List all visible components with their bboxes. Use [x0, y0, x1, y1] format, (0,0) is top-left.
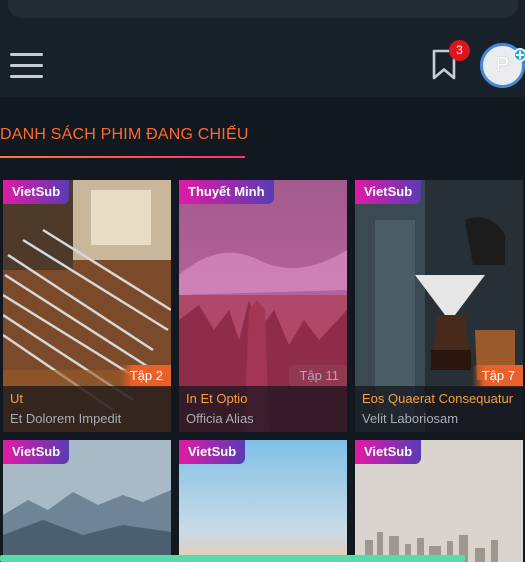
- bottom-bar: [0, 555, 465, 562]
- subtitle-tag: VietSub: [355, 440, 422, 464]
- movie-card[interactable]: VietSub Tập 2 Ut Et Dolorem Impedit: [3, 180, 171, 432]
- movie-card[interactable]: VietSub: [179, 440, 347, 562]
- movie-title: Eos Quaerat Consequatur: [362, 391, 514, 406]
- movie-subtitle: Velit Laboriosam: [362, 411, 459, 426]
- episode-badge: Tập 7: [471, 365, 523, 387]
- movie-card[interactable]: VietSub: [355, 440, 523, 562]
- subtitle-tag: Thuyết Minh: [179, 180, 274, 204]
- episode-badge: Tập 2: [119, 365, 171, 387]
- movie-title: Ut: [10, 391, 23, 406]
- movie-subtitle: Officia Alias: [186, 411, 254, 426]
- movie-card[interactable]: VietSub Tập 7 Eos Quaerat Consequatur Ve…: [355, 180, 523, 432]
- movie-info: In Et Optio Officia Alias: [179, 386, 347, 432]
- movie-card[interactable]: Thuyết Minh Tập 11 In Et Optio Officia A…: [179, 180, 347, 432]
- hamburger-menu-icon[interactable]: [10, 53, 44, 79]
- subtitle-tag: VietSub: [3, 440, 70, 464]
- section-underline: [0, 156, 245, 158]
- movie-info: Ut Et Dolorem Impedit: [3, 386, 171, 432]
- movie-title: In Et Optio: [186, 391, 248, 406]
- subtitle-tag: VietSub: [3, 180, 70, 204]
- section-title: DANH SÁCH PHIM ĐANG CHIẾU: [0, 126, 249, 143]
- movie-subtitle: Et Dolorem Impedit: [10, 411, 122, 426]
- search-strip: [0, 0, 525, 33]
- episode-badge: Tập 11: [289, 365, 347, 387]
- subtitle-tag: VietSub: [355, 180, 422, 204]
- search-box[interactable]: [8, 0, 518, 18]
- notification-badge: 3: [449, 40, 470, 61]
- top-navbar: 3 P: [0, 33, 525, 97]
- movie-info: Eos Quaerat Consequatur Velit Laboriosam: [355, 386, 523, 432]
- plus-icon: [513, 48, 525, 62]
- avatar[interactable]: P: [480, 43, 525, 88]
- movie-card[interactable]: VietSub: [3, 440, 171, 562]
- subtitle-tag: VietSub: [179, 440, 246, 464]
